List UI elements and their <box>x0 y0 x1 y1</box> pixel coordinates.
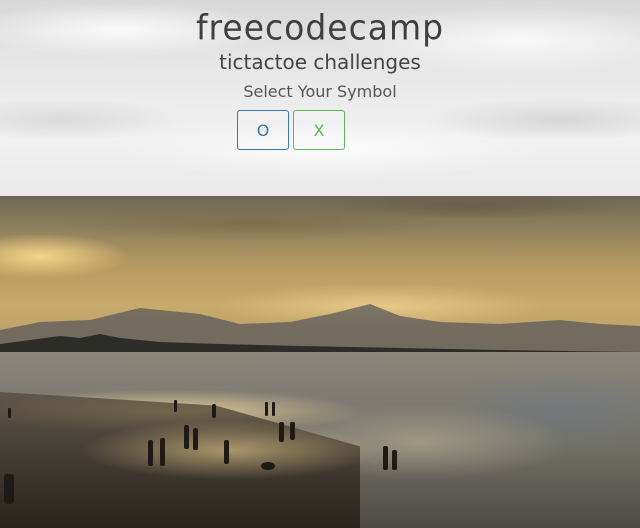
background-photo <box>0 0 640 528</box>
select-symbol-prompt: Select Your Symbol <box>243 82 397 101</box>
page-subtitle: tictactoe challenges <box>219 50 421 74</box>
brand-title: freecodecamp <box>195 7 445 48</box>
symbol-x-button[interactable]: X <box>293 110 345 150</box>
symbol-o-button[interactable]: O <box>237 110 289 150</box>
symbol-button-group: O X <box>237 110 345 150</box>
beach-figures <box>4 400 397 504</box>
